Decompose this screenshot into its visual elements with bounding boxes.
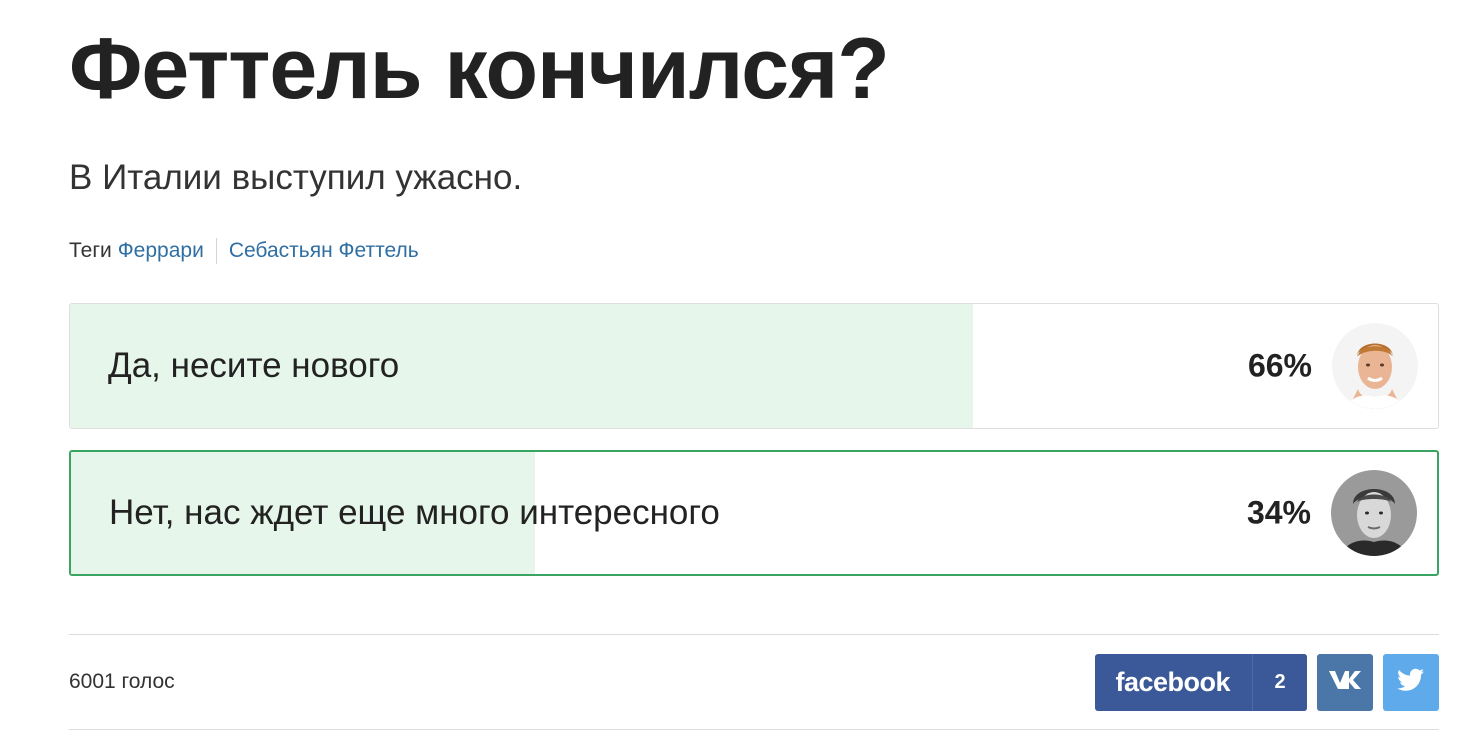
poll-option-percent: 34% xyxy=(1246,494,1311,531)
footer-divider-bottom xyxy=(69,729,1439,730)
tag-vettel-link[interactable]: Себастьян Феттель xyxy=(229,239,419,263)
twitter-bird-icon xyxy=(1397,668,1425,697)
vk-icon xyxy=(1328,669,1362,696)
driver-avatar-vettel xyxy=(1331,470,1417,556)
votes-count: 6001 голос xyxy=(69,670,175,693)
share-buttons: facebook 2 xyxy=(1095,654,1439,711)
poll-title: Феттель кончился? xyxy=(69,21,890,117)
facebook-label: facebook xyxy=(1115,667,1230,697)
tag-ferrari-link[interactable]: Феррари xyxy=(118,239,204,263)
poll-option-no[interactable]: Нет, нас ждет еще много интересного 34% xyxy=(69,450,1439,576)
poll-option-label: Нет, нас ждет еще много интересного xyxy=(109,493,720,532)
poll-option-label: Да, несите нового xyxy=(108,346,400,385)
tag-separator xyxy=(215,238,217,264)
poll-option-yes[interactable]: Да, несите нового 66% xyxy=(69,303,1439,429)
footer-divider-top xyxy=(69,634,1439,635)
facebook-share-button[interactable]: facebook 2 xyxy=(1095,654,1307,711)
facebook-share-count: 2 xyxy=(1252,654,1307,711)
tags-row: Теги Феррари Себастьян Феттель xyxy=(69,238,419,264)
vk-share-button[interactable] xyxy=(1317,654,1373,711)
driver-avatar-young xyxy=(1332,323,1418,409)
poll-option-percent: 66% xyxy=(1247,347,1312,384)
tags-label: Теги xyxy=(69,239,112,262)
poll-subtitle: В Италии выступил ужасно. xyxy=(69,158,523,197)
twitter-share-button[interactable] xyxy=(1383,654,1439,711)
